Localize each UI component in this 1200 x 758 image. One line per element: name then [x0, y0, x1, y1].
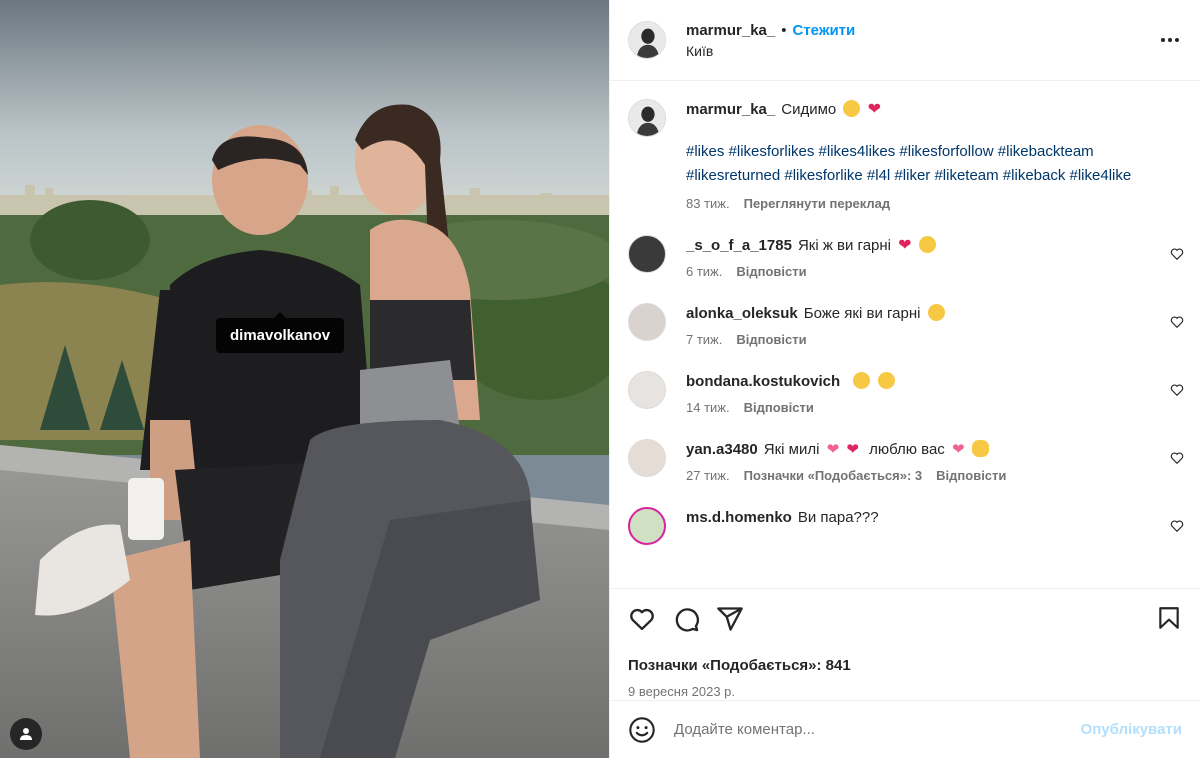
comment-time[interactable]: 14 тиж. — [686, 400, 730, 415]
comment-time[interactable]: 7 тиж. — [686, 332, 722, 347]
comment-username[interactable]: ms.d.homenko — [686, 509, 792, 526]
comment-icon[interactable] — [672, 605, 700, 633]
post-header: marmur_ka_ • Стежити Київ — [610, 0, 1200, 81]
heart-eyes-emoji-icon — [877, 372, 895, 389]
heart-eyes-emoji-icon — [918, 236, 936, 253]
author-info: marmur_ka_ • Стежити Київ — [686, 22, 855, 59]
comment-avatar[interactable] — [628, 371, 666, 409]
comment-like-heart-icon[interactable] — [1170, 383, 1184, 397]
caption-text: Сидимо — [781, 101, 837, 118]
comment-text: Боже які ви гарні — [803, 305, 921, 322]
reply-button[interactable]: Відповісти — [936, 468, 1006, 483]
comment-input[interactable] — [674, 721, 1081, 738]
post-comment-button[interactable]: Опублікувати — [1081, 721, 1182, 738]
comment-username[interactable]: _s_o_f_a_1785 — [686, 237, 792, 254]
more-options-button[interactable] — [1160, 30, 1180, 53]
post-photo[interactable]: dimavolkanov — [0, 0, 609, 758]
author-avatar[interactable] — [628, 21, 666, 59]
see-translation-link[interactable]: Переглянути переклад — [744, 196, 891, 211]
comment-likes-count[interactable]: Позначки «Подобається»: 3 — [744, 468, 923, 483]
user-tag[interactable]: dimavolkanov — [216, 312, 345, 353]
avatar-image — [629, 100, 665, 136]
add-comment-bar: Опублікувати — [610, 700, 1200, 758]
send-icon[interactable] — [716, 605, 744, 633]
tagged-users-button[interactable] — [10, 718, 42, 750]
bookmark-icon[interactable] — [1156, 605, 1182, 631]
grinning-emoji-icon — [843, 100, 861, 117]
reply-button[interactable]: Відповісти — [744, 400, 814, 415]
comment-like-heart-icon[interactable] — [1170, 451, 1184, 465]
post-actions: Позначки «Подобається»: 841 9 вересня 20… — [610, 588, 1200, 758]
comment-item: _s_o_f_a_1785 Які ж ви гарні ❤ 6 тиж. Від… — [628, 235, 1184, 279]
comment-username[interactable]: bondana.kostukovich — [686, 373, 840, 390]
comment-avatar[interactable] — [628, 439, 666, 477]
ok-hand-emoji-icon — [971, 440, 989, 457]
follow-button[interactable]: Стежити — [793, 22, 856, 39]
comment-like-heart-icon[interactable] — [1170, 315, 1184, 329]
comment-text: Які ж ви гарні — [797, 237, 891, 254]
heart-icon[interactable] — [628, 605, 656, 633]
comment-item: yan.a3480 Які милі ❤ ❤ люблю вас ❤ 27 тиж… — [628, 439, 1184, 483]
author-username[interactable]: marmur_ka_ — [686, 22, 775, 39]
photo-scene — [0, 0, 609, 758]
comment-text: Які милі — [763, 441, 820, 458]
comment-item: bondana.kostukovich 14 тиж. Відповісти — [628, 371, 1184, 415]
reply-button[interactable]: Відповісти — [736, 332, 806, 347]
pink-heart-emoji-icon: ❤ — [826, 441, 840, 458]
caption-username[interactable]: marmur_ka_ — [686, 101, 775, 118]
caption-time[interactable]: 83 тиж. — [686, 196, 730, 211]
comment-text: Ви пара??? — [797, 509, 879, 526]
comment-time[interactable]: 6 тиж. — [686, 264, 722, 279]
post-location[interactable]: Київ — [686, 43, 855, 59]
smiley-icon[interactable] — [628, 716, 656, 744]
comment-avatar[interactable] — [628, 235, 666, 273]
comment-like-heart-icon[interactable] — [1170, 247, 1184, 261]
post-caption: marmur_ka_ Сидимо ❤ #likes #likesforlikes… — [628, 99, 1184, 211]
heart-eyes-emoji-icon — [927, 304, 945, 321]
comment-item: alonka_oleksuk Боже які ви гарні 7 тиж. В… — [628, 303, 1184, 347]
comment-text-2: люблю вас — [869, 441, 945, 458]
comment-username[interactable]: yan.a3480 — [686, 441, 758, 458]
heart-eyes-emoji-icon — [853, 372, 871, 389]
caption-avatar[interactable] — [628, 99, 666, 137]
pink-heart-emoji-icon: ❤ — [951, 441, 965, 458]
post-date[interactable]: 9 вересня 2023 р. — [628, 684, 1182, 699]
red-heart-emoji-icon: ❤ — [898, 237, 912, 254]
comment-item: ms.d.homenko Ви пара??? — [628, 507, 1184, 545]
reply-button[interactable]: Відповісти — [736, 264, 806, 279]
likes-count[interactable]: Позначки «Подобається»: 841 — [628, 657, 1182, 674]
caption-hashtags[interactable]: #likes #likesforlikes #likes4likes #like… — [686, 140, 1184, 188]
post-modal: dimavolkanov marmur_ka_ • Стежити Київ m… — [0, 0, 1200, 758]
comment-time[interactable]: 27 тиж. — [686, 468, 730, 483]
post-sidebar: marmur_ka_ • Стежити Київ marmur_ka_ Сид… — [609, 0, 1200, 758]
avatar-image — [629, 22, 665, 58]
comment-like-heart-icon[interactable] — [1170, 519, 1184, 533]
comment-username[interactable]: alonka_oleksuk — [686, 305, 798, 322]
comments-list[interactable]: marmur_ka_ Сидимо ❤ #likes #likesforlikes… — [610, 81, 1200, 588]
red-heart-emoji-icon: ❤ — [867, 101, 881, 118]
separator-dot: • — [781, 21, 787, 39]
comment-avatar[interactable] — [628, 507, 666, 545]
more-horizontal-icon — [1161, 38, 1179, 42]
broken-heart-emoji-icon: ❤ — [846, 441, 859, 458]
person-icon — [20, 728, 32, 740]
comment-avatar[interactable] — [628, 303, 666, 341]
